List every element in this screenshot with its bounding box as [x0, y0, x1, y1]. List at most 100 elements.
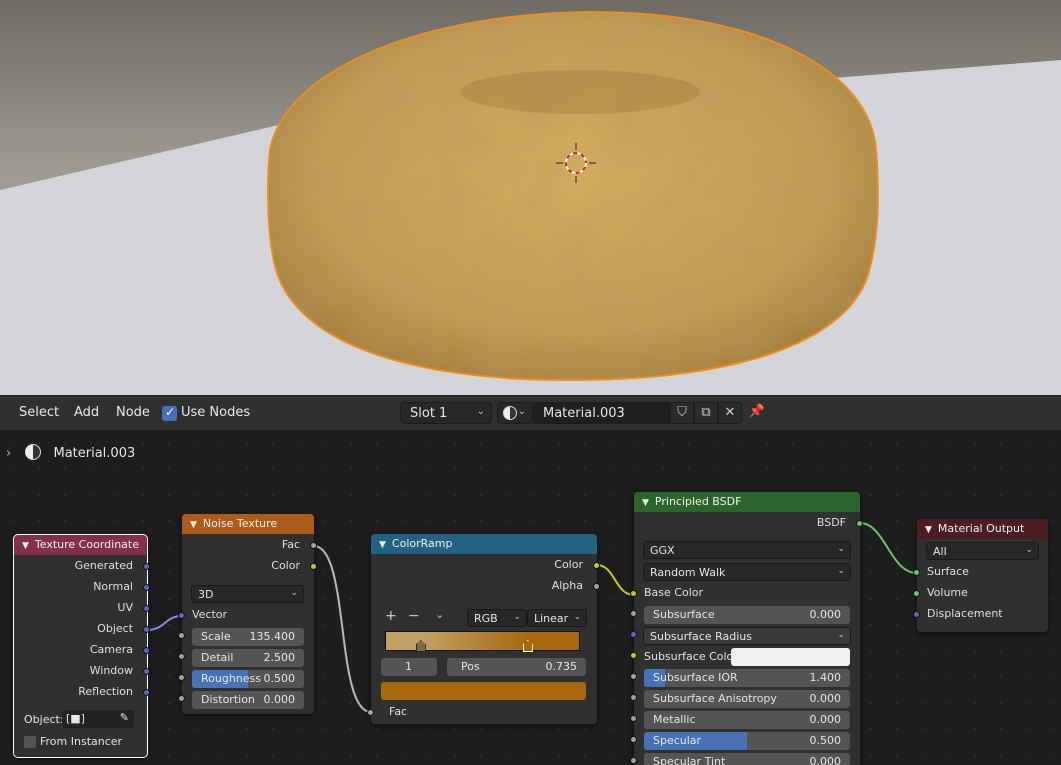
object-picker-field[interactable]: [■] ✎: [62, 710, 134, 728]
camera-socket[interactable]: [143, 647, 150, 654]
node-menu[interactable]: Node: [116, 405, 150, 420]
material-browse-dropdown[interactable]: ⌄: [497, 402, 533, 424]
field-label: Metallic: [653, 713, 696, 726]
add-stop-icon[interactable]: +: [385, 608, 397, 624]
detail-field[interactable]: Detail 2.500: [192, 649, 304, 667]
roughness-input-socket[interactable]: [178, 674, 185, 681]
material-output-node[interactable]: ▼ Material Output All ⌄ Surface Volume Dis…: [913, 519, 1048, 632]
specular-tint-slider[interactable]: Specular Tint 0.000: [644, 753, 850, 765]
use-nodes-checkbox[interactable]: ✓: [162, 405, 177, 421]
collapse-icon[interactable]: ▼: [190, 520, 197, 530]
stop-color-swatch[interactable]: [381, 682, 586, 700]
specular-input-socket[interactable]: [630, 736, 637, 743]
3d-viewport[interactable]: [0, 0, 1061, 395]
collapse-icon[interactable]: ▼: [642, 498, 649, 508]
node-header[interactable]: ▼ Texture Coordinate: [14, 535, 147, 555]
node-header[interactable]: ▼ Principled BSDF: [634, 492, 860, 512]
socket-label: Color: [554, 558, 583, 571]
color-output-socket[interactable]: [593, 562, 600, 569]
bread-texture: [268, 12, 878, 380]
subsurface-color-input-socket[interactable]: [630, 652, 637, 659]
close-icon[interactable]: ✕: [718, 402, 742, 424]
material-name-field[interactable]: Material.003: [533, 402, 671, 424]
texture-coordinate-node[interactable]: ▼ Texture Coordinate Generated Normal UV …: [13, 534, 150, 758]
subsurface-ior-input-socket[interactable]: [630, 673, 637, 680]
node-header[interactable]: ▼ Noise Texture: [182, 514, 314, 534]
specular-tint-input-socket[interactable]: [630, 757, 637, 764]
collapse-icon[interactable]: ▼: [379, 540, 386, 550]
window-socket[interactable]: [143, 668, 150, 675]
surface-input-socket[interactable]: [913, 569, 920, 576]
subsurface-field[interactable]: Subsurface 0.000: [644, 606, 850, 624]
detail-input-socket[interactable]: [178, 653, 185, 660]
reflection-socket[interactable]: [143, 689, 150, 696]
distortion-field[interactable]: Distortion 0.000: [192, 691, 304, 709]
node-header[interactable]: ▼ ColorRamp: [371, 534, 597, 554]
field-value: 0.000: [809, 713, 842, 726]
fac-output-socket[interactable]: [310, 542, 317, 549]
field-label: Subsurface Anisotropy: [653, 692, 777, 705]
node-editor-canvas[interactable]: › Material.003 ▼ Texture Coordinate Gener…: [0, 430, 1061, 765]
slot-dropdown[interactable]: Slot 1 ⌄: [400, 402, 492, 424]
generated-socket[interactable]: [143, 563, 150, 570]
color-stop-handle[interactable]: [415, 640, 426, 652]
collapse-icon[interactable]: ▼: [22, 541, 29, 551]
distribution-dropdown[interactable]: GGX ⌄: [643, 541, 851, 559]
uv-socket[interactable]: [143, 605, 150, 612]
node-header[interactable]: ▼ Material Output: [917, 519, 1048, 539]
fake-user-shield-icon[interactable]: ⛉: [670, 402, 694, 424]
remove-stop-icon[interactable]: −: [408, 608, 420, 624]
interpolation-dropdown[interactable]: Linear ⌄: [527, 609, 587, 627]
displacement-input-socket[interactable]: [913, 611, 920, 618]
duplicate-material-icon[interactable]: ⧉: [694, 402, 718, 424]
select-menu[interactable]: Select: [19, 405, 59, 420]
socket-label: Alpha: [551, 579, 583, 592]
chevron-down-icon[interactable]: ⌄: [435, 608, 444, 621]
subsurface-method-dropdown[interactable]: Random Walk ⌄: [643, 563, 851, 581]
volume-input-socket[interactable]: [913, 590, 920, 597]
alpha-output-socket[interactable]: [593, 583, 600, 590]
base-color-input-socket[interactable]: [630, 590, 637, 597]
link-fac-fac: [313, 545, 372, 713]
subsurface-radius-dropdown[interactable]: Subsurface Radius ⌄: [643, 627, 851, 645]
color-mode-dropdown[interactable]: RGB ⌄: [467, 609, 527, 627]
subsurface-input-socket[interactable]: [630, 610, 637, 617]
dimensions-dropdown[interactable]: 3D ⌄: [191, 585, 304, 603]
color-ramp-gradient[interactable]: [385, 631, 580, 652]
socket-label: Vector: [192, 608, 228, 621]
stop-position-field[interactable]: Pos 0.735: [447, 658, 586, 676]
color-output-socket[interactable]: [310, 563, 317, 570]
metallic-slider[interactable]: Metallic 0.000: [644, 711, 850, 729]
add-menu[interactable]: Add: [74, 405, 99, 420]
socket-label: UV: [117, 601, 133, 614]
bsdf-output-socket[interactable]: [856, 520, 863, 527]
subsurface-radius-input-socket[interactable]: [630, 631, 637, 638]
subsurface-ior-slider[interactable]: Subsurface IOR 1.400: [644, 669, 850, 687]
active-stop-index[interactable]: 1: [381, 658, 437, 676]
subsurface-method-value: Random Walk: [650, 566, 726, 579]
roughness-slider[interactable]: Roughness 0.500: [192, 670, 304, 688]
principled-bsdf-node[interactable]: ▼ Principled BSDF BSDF GGX ⌄ Random Walk ⌄ …: [630, 492, 863, 765]
from-instancer-checkbox[interactable]: [24, 736, 36, 748]
normal-socket[interactable]: [143, 584, 150, 591]
pin-icon[interactable]: 📌: [745, 402, 769, 424]
eyedropper-icon[interactable]: ✎: [120, 711, 129, 724]
socket-label: Object: [97, 622, 133, 635]
colorramp-node[interactable]: ▼ ColorRamp Color Alpha + − ⌄ RGB ⌄ Linear…: [367, 534, 600, 724]
subsurface-color-swatch[interactable]: [731, 648, 850, 666]
subsurface-anisotropy-slider[interactable]: Subsurface Anisotropy 0.000: [644, 690, 850, 708]
collapse-icon[interactable]: ▼: [925, 525, 932, 535]
slot-label: Slot 1: [410, 406, 448, 421]
distortion-input-socket[interactable]: [178, 695, 185, 702]
fac-input-socket[interactable]: [367, 709, 374, 716]
color-stop-handle-active[interactable]: [522, 640, 533, 652]
scale-field[interactable]: Scale 135.400: [192, 628, 304, 646]
scale-input-socket[interactable]: [178, 632, 185, 639]
subsurface-anisotropy-input-socket[interactable]: [630, 694, 637, 701]
noise-texture-node[interactable]: ▼ Noise Texture Fac Color 3D ⌄ Vector Scal…: [178, 514, 317, 714]
object-socket[interactable]: [143, 626, 150, 633]
vector-input-socket[interactable]: [178, 612, 185, 619]
render-target-dropdown[interactable]: All ⌄: [926, 542, 1039, 560]
metallic-input-socket[interactable]: [630, 715, 637, 722]
specular-slider[interactable]: Specular 0.500: [644, 732, 850, 750]
